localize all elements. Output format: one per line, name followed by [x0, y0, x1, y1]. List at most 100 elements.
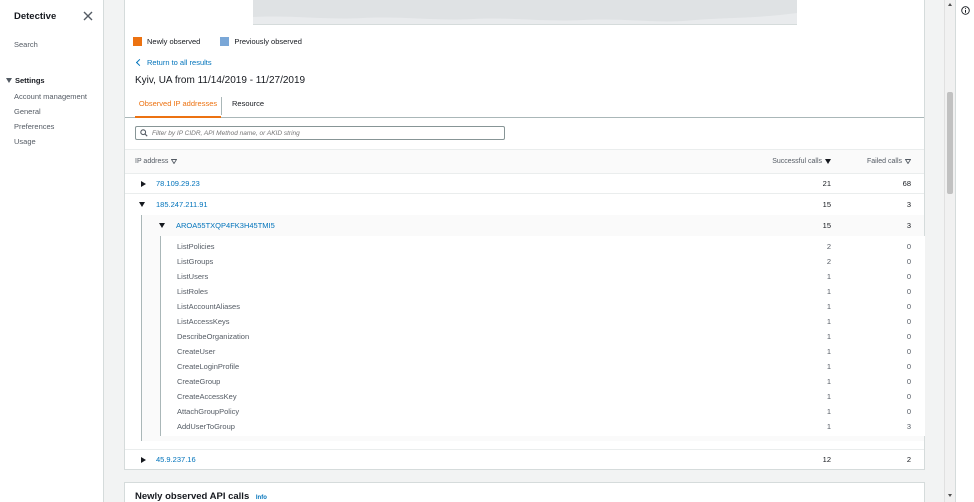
api-name: ListRoles	[177, 287, 208, 296]
expand-icon[interactable]	[141, 457, 146, 463]
close-icon[interactable]	[82, 10, 94, 22]
map-shape	[253, 0, 797, 22]
failed-count: 0	[906, 332, 911, 341]
successful-count: 1	[826, 332, 831, 341]
col-successful-calls[interactable]: Successful calls	[772, 158, 831, 165]
collapse-icon[interactable]	[139, 202, 145, 207]
successful-count: 1	[826, 407, 831, 416]
section-title-label: Newly observed API calls	[135, 491, 250, 502]
ip-link[interactable]: 45.9.237.16	[156, 455, 196, 464]
legend-newly: Newly observed	[133, 37, 200, 46]
col-ip-label: IP address	[135, 158, 169, 165]
failed-count: 0	[906, 347, 911, 356]
main-content: Newly observed Previously observed Retur…	[104, 0, 944, 502]
scroll-thumb[interactable]	[947, 92, 953, 194]
help-rail	[955, 0, 974, 502]
list-item: CreateUser 1 0	[177, 347, 924, 362]
failed-count: 0	[906, 287, 911, 296]
list-item: ListAccountAliases 1 0	[177, 302, 924, 317]
sidebar-item-general[interactable]: General	[14, 107, 41, 116]
info-link[interactable]: Info	[256, 495, 267, 501]
sort-icon	[905, 159, 911, 164]
failed-count: 0	[906, 317, 911, 326]
failed-count: 3	[906, 221, 911, 230]
vertical-scrollbar[interactable]	[944, 0, 955, 502]
api-name: ListPolicies	[177, 242, 215, 251]
failed-count: 0	[906, 257, 911, 266]
list-item: ListPolicies 2 0	[177, 242, 924, 257]
api-name: ListAccessKeys	[177, 317, 230, 326]
tab-observed-ip[interactable]: Observed IP addresses	[135, 93, 221, 118]
list-item: ListUsers 1 0	[177, 272, 924, 287]
successful-count: 1	[826, 272, 831, 281]
failed-count: 0	[906, 302, 911, 311]
sidebar: Detective Search Settings Account manage…	[0, 0, 104, 502]
info-icon[interactable]	[961, 6, 970, 15]
successful-count: 1	[826, 422, 831, 431]
api-name: DescribeOrganization	[177, 332, 250, 341]
search-icon	[140, 129, 148, 137]
api-name: ListAccountAliases	[177, 302, 240, 311]
akid-link[interactable]: AROA55TXQP4FK3H45TMI5	[176, 221, 275, 230]
tab-resource[interactable]: Resource	[232, 93, 264, 118]
list-item: CreateGroup 1 0	[177, 377, 924, 392]
section-title: Newly observed API calls Info	[135, 491, 267, 502]
api-name: CreateAccessKey	[177, 392, 237, 401]
list-item: ListRoles 1 0	[177, 287, 924, 302]
filter-box[interactable]	[135, 126, 505, 140]
failed-count: 0	[906, 392, 911, 401]
failed-count: 0	[906, 377, 911, 386]
failed-count: 0	[906, 242, 911, 251]
sidebar-item-account-management[interactable]: Account management	[14, 92, 87, 101]
successful-count: 21	[822, 179, 831, 188]
failed-count: 0	[906, 272, 911, 281]
api-name: CreateLoginProfile	[177, 362, 240, 371]
chevron-left-icon	[135, 58, 144, 67]
api-name: AttachGroupPolicy	[177, 407, 240, 416]
failed-count: 0	[906, 362, 911, 371]
sidebar-title: Detective	[14, 11, 57, 22]
list-item: CreateAccessKey 1 0	[177, 392, 924, 407]
expand-icon[interactable]	[141, 181, 146, 187]
akid-row: AROA55TXQP4FK3H45TMI5 15 3	[141, 215, 924, 236]
col-failed-calls[interactable]: Failed calls	[867, 158, 911, 165]
geo-map	[253, 0, 797, 25]
failed-count: 3	[906, 200, 911, 209]
successful-count: 2	[826, 242, 831, 251]
return-link-label: Return to all results	[147, 58, 212, 67]
sidebar-item-search[interactable]: Search	[14, 40, 38, 49]
sidebar-item-preferences[interactable]: Preferences	[14, 122, 54, 131]
results-panel: Newly observed Previously observed Retur…	[124, 0, 925, 470]
table-row: 45.9.237.16 12 2	[125, 449, 924, 469]
scroll-up-icon[interactable]	[948, 3, 952, 6]
successful-count: 1	[826, 362, 831, 371]
ip-link[interactable]: 78.109.29.23	[156, 179, 200, 188]
list-item: AttachGroupPolicy 1 0	[177, 407, 924, 422]
failed-count: 2	[906, 455, 911, 464]
successful-count: 15	[822, 221, 831, 230]
successful-count: 1	[826, 287, 831, 296]
api-name: CreateGroup	[177, 377, 221, 386]
filter-input[interactable]	[152, 129, 502, 137]
newly-observed-api-calls-panel: Newly observed API calls Info	[124, 482, 925, 502]
sort-icon	[171, 159, 178, 164]
ip-link[interactable]: 185.247.211.91	[156, 200, 208, 209]
scroll-down-icon[interactable]	[948, 494, 952, 497]
api-name: AddUserToGroup	[177, 422, 235, 431]
api-name: ListGroups	[177, 257, 214, 266]
legend-previously-label: Previously observed	[234, 37, 302, 46]
legend-newly-label: Newly observed	[147, 37, 201, 46]
tab-separator	[221, 97, 222, 115]
api-name: CreateUser	[177, 347, 216, 356]
tab-bar: Observed IP addresses Resource	[125, 93, 924, 118]
col-failed-label: Failed calls	[866, 158, 902, 165]
successful-count: 1	[826, 347, 831, 356]
successful-count: 15	[822, 200, 831, 209]
list-item: ListGroups 2 0	[177, 257, 924, 272]
collapse-icon[interactable]	[159, 223, 165, 228]
return-link[interactable]: Return to all results	[135, 58, 212, 67]
list-item: AddUserToGroup 1 3	[177, 422, 924, 437]
sidebar-item-usage[interactable]: Usage	[14, 137, 36, 146]
col-ip-address[interactable]: IP address	[135, 158, 178, 165]
sidebar-section-settings[interactable]: Settings	[6, 76, 45, 85]
